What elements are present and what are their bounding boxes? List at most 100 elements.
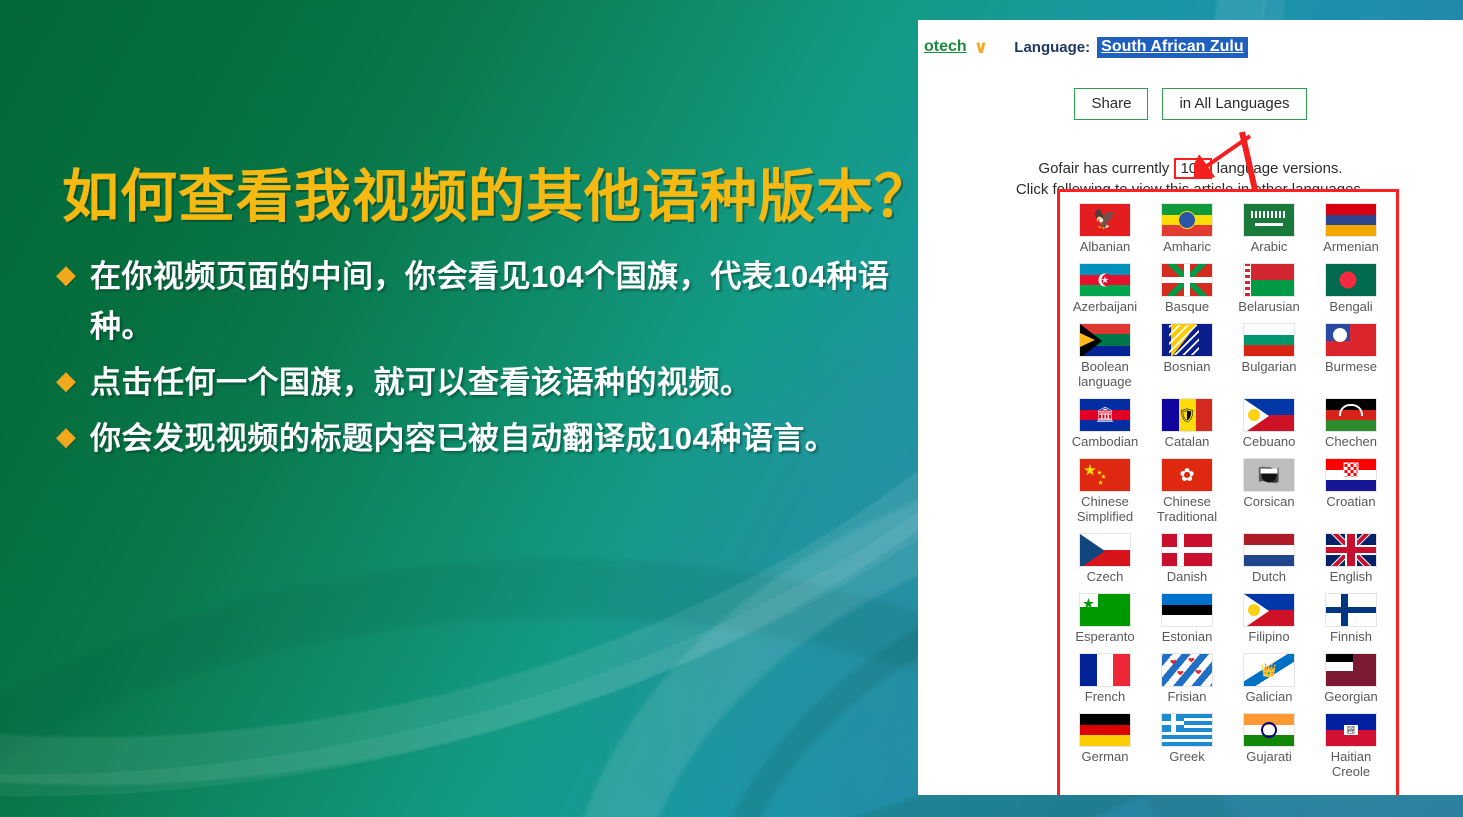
chevron-down-icon[interactable]: ∨	[974, 38, 989, 56]
flag-cell-filipino[interactable]: Filipino	[1228, 590, 1310, 648]
flag-cell-frisian[interactable]: ❤ ❤ ❤ ❤ Frisian	[1146, 650, 1228, 708]
flag-cell-croatian[interactable]: Croatian	[1310, 455, 1392, 528]
share-button[interactable]: Share	[1074, 88, 1149, 120]
flag-haitian-creole-icon: 🏞	[1325, 713, 1377, 747]
flag-label: Armenian	[1323, 239, 1379, 254]
flag-label: Haitian Creole	[1330, 749, 1372, 779]
language-value-link[interactable]: South African Zulu	[1097, 36, 1248, 58]
flag-cell-french[interactable]: French	[1064, 650, 1146, 708]
flag-cell-corsican[interactable]: 🏴‍☠️ Corsican	[1228, 455, 1310, 528]
flag-cell-chinese-traditional[interactable]: ✿ Chinese Traditional	[1146, 455, 1228, 528]
flag-catalan-icon: 🛡	[1161, 398, 1213, 432]
flag-label: Arabic	[1250, 239, 1288, 254]
flag-cell-amharic[interactable]: Amharic	[1146, 200, 1228, 258]
flag-label: Esperanto	[1075, 629, 1135, 644]
brand-link[interactable]: otech	[924, 38, 967, 56]
flag-label: Corsican	[1243, 494, 1295, 509]
flag-cambodian-icon: 🏛	[1079, 398, 1131, 432]
flag-greek-icon	[1161, 713, 1213, 747]
flag-cell-czech[interactable]: Czech	[1064, 530, 1146, 588]
list-item-label: 在你视频页面的中间，你会看见104个国旗，代表104种语种。	[90, 259, 890, 344]
flag-cell-cambodian[interactable]: 🏛 Cambodian	[1064, 395, 1146, 453]
list-item: ◆ 点击任何一个国旗，就可以查看该语种的视频。	[56, 358, 912, 408]
language-flag-grid[interactable]: 🦅 Albanian Amharic Arabic Armenian Azerbai…	[1060, 192, 1396, 783]
flag-cell-boolean[interactable]: Boolean language	[1064, 320, 1146, 393]
flag-cell-esperanto[interactable]: Esperanto	[1064, 590, 1146, 648]
flag-cell-burmese[interactable]: Burmese	[1310, 320, 1392, 393]
flag-label: Greek	[1169, 749, 1205, 764]
flag-cell-belarusian[interactable]: Belarusian	[1228, 260, 1310, 318]
flag-cell-georgian[interactable]: Georgian	[1310, 650, 1392, 708]
flag-label: Bulgarian	[1241, 359, 1297, 374]
flag-cell-bengali[interactable]: Bengali	[1310, 260, 1392, 318]
flag-cell-chechen[interactable]: Chechen	[1310, 395, 1392, 453]
flag-amharic-icon	[1161, 203, 1213, 237]
flag-georgian-icon	[1325, 653, 1377, 687]
flag-cell-english[interactable]: English	[1310, 530, 1392, 588]
flag-boolean-icon	[1079, 323, 1131, 357]
flag-belarusian-icon	[1243, 263, 1295, 297]
flag-cell-dutch[interactable]: Dutch	[1228, 530, 1310, 588]
slide-text-column: 如何查看我视频的其他语种版本？ ◆ 在你视频页面的中间，你会看见104个国旗，代…	[0, 0, 932, 817]
flag-albanian-icon: 🦅	[1079, 203, 1131, 237]
flag-gujarati-icon	[1243, 713, 1295, 747]
flag-cell-arabic[interactable]: Arabic	[1228, 200, 1310, 258]
flag-label: Burmese	[1324, 359, 1378, 374]
info-line-one: Gofair has currently 104 language versio…	[918, 158, 1463, 179]
flag-label: Bengali	[1329, 299, 1373, 314]
flag-cell-bosnian[interactable]: Bosnian	[1146, 320, 1228, 393]
flag-cell-danish[interactable]: Danish	[1146, 530, 1228, 588]
flag-cell-chinese-simplified[interactable]: Chinese Simplified	[1064, 455, 1146, 528]
flag-bosnian-icon	[1161, 323, 1213, 357]
diamond-bullet-icon: ◆	[56, 365, 76, 395]
flag-label: Cebuano	[1242, 434, 1296, 449]
flag-frisian-icon: ❤ ❤ ❤ ❤	[1161, 653, 1213, 687]
flag-label: Gujarati	[1246, 749, 1292, 764]
flag-cell-bulgarian[interactable]: Bulgarian	[1228, 320, 1310, 393]
flag-label: Cambodian	[1071, 434, 1139, 449]
flag-chinese-traditional-icon: ✿	[1161, 458, 1213, 492]
flag-cell-albanian[interactable]: 🦅 Albanian	[1064, 200, 1146, 258]
flag-cell-armenian[interactable]: Armenian	[1310, 200, 1392, 258]
flag-cell-greek[interactable]: Greek	[1146, 710, 1228, 783]
flag-cell-azerbaijani[interactable]: Azerbaijani	[1064, 260, 1146, 318]
flag-label: Filipino	[1248, 629, 1290, 644]
flag-cell-german[interactable]: German	[1064, 710, 1146, 783]
flag-armenian-icon	[1325, 203, 1377, 237]
presentation-slide: 如何查看我视频的其他语种版本？ ◆ 在你视频页面的中间，你会看见104个国旗，代…	[0, 0, 1463, 817]
flag-label: Bosnian	[1163, 359, 1211, 374]
flag-corsican-icon: 🏴‍☠️	[1243, 458, 1295, 492]
flag-label: Basque	[1164, 299, 1210, 314]
flag-label: Amharic	[1163, 239, 1211, 254]
flag-cell-estonian[interactable]: Estonian	[1146, 590, 1228, 648]
list-item-label: 点击任何一个国旗，就可以查看该语种的视频。	[90, 365, 752, 400]
flag-cell-basque[interactable]: Basque	[1146, 260, 1228, 318]
flag-finnish-icon	[1325, 593, 1377, 627]
flag-label: Catalan	[1164, 434, 1210, 449]
flag-cell-finnish[interactable]: Finnish	[1310, 590, 1392, 648]
flag-label: Albanian	[1079, 239, 1131, 254]
flag-label: English	[1329, 569, 1373, 584]
page-title: 如何查看我视频的其他语种版本？	[62, 165, 932, 229]
flag-estonian-icon	[1161, 593, 1213, 627]
info-line-one-suffix: language versions.	[1216, 160, 1343, 177]
flag-english-icon	[1325, 533, 1377, 567]
flag-cell-catalan[interactable]: 🛡 Catalan	[1146, 395, 1228, 453]
flag-chechen-icon	[1325, 398, 1377, 432]
flag-cell-galician[interactable]: 👑 Galician	[1228, 650, 1310, 708]
flag-cell-haitian-creole[interactable]: 🏞 Haitian Creole	[1310, 710, 1392, 783]
flag-cell-gujarati[interactable]: Gujarati	[1228, 710, 1310, 783]
flag-burmese-icon	[1325, 323, 1377, 357]
flag-label: Danish	[1166, 569, 1208, 584]
list-item-label: 你会发现视频的标题内容已被自动翻译成104种语言。	[90, 421, 837, 456]
flag-azerbaijani-icon	[1079, 263, 1131, 297]
flag-cell-cebuano[interactable]: Cebuano	[1228, 395, 1310, 453]
language-flag-grid-highlight: 🦅 Albanian Amharic Arabic Armenian Azerbai…	[1057, 189, 1399, 795]
in-all-languages-button[interactable]: in All Languages	[1162, 88, 1307, 120]
flag-chinese-simplified-icon	[1079, 458, 1131, 492]
flag-label: Croatian	[1326, 494, 1376, 509]
flag-german-icon	[1079, 713, 1131, 747]
panel-header: otech ∨ Language: South African Zulu	[918, 34, 1463, 60]
flag-esperanto-icon	[1079, 593, 1131, 627]
info-line-one-prefix: Gofair has currently	[1038, 160, 1170, 177]
